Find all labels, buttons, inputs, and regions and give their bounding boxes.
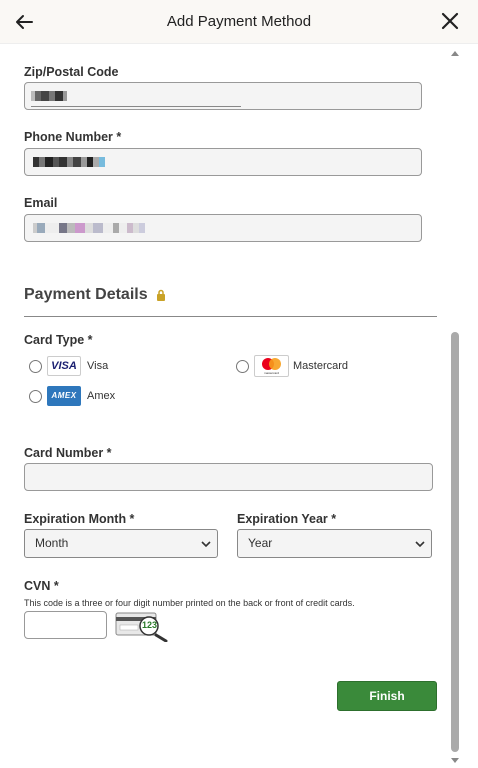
zip-label: Zip/Postal Code [24, 65, 119, 79]
lock-icon [157, 289, 166, 301]
form-content: Zip/Postal Code Phone Number * Email Pay… [0, 45, 446, 768]
mastercard-radio[interactable] [236, 360, 249, 373]
scroll-up-arrow-icon[interactable] [451, 51, 459, 56]
email-input[interactable] [24, 214, 422, 242]
section-divider [24, 316, 437, 317]
cvn-label: CVN * [24, 579, 59, 593]
dialog-title: Add Payment Method [166, 13, 312, 30]
finish-button[interactable]: Finish [337, 681, 437, 711]
visa-radio[interactable] [29, 360, 42, 373]
chevron-down-icon [415, 541, 425, 548]
redacted-underline [31, 106, 241, 107]
mastercard-logo: mastercard [254, 355, 289, 377]
exp-month-select[interactable]: Month [24, 529, 218, 558]
exp-year-value: Year [248, 536, 273, 550]
payment-details-title: Payment Details [24, 286, 148, 303]
exp-month-value: Month [35, 536, 69, 550]
exp-year-select[interactable]: Year [237, 529, 432, 558]
amex-radio[interactable] [29, 390, 42, 403]
cvn-hint: This code is a three or four digit numbe… [24, 598, 355, 608]
visa-logo-text: VISA [51, 360, 77, 372]
visa-label: Visa [87, 360, 109, 372]
exp-month-label: Expiration Month * [24, 512, 135, 526]
exp-year-label: Expiration Year * [237, 512, 337, 526]
email-label: Email [24, 196, 58, 210]
phone-label: Phone Number * [24, 130, 122, 144]
cvn-help-icon[interactable]: 123 [115, 610, 170, 643]
card-number-label: Card Number * [24, 446, 112, 460]
card-number-input[interactable] [24, 463, 433, 491]
amex-label: Amex [87, 390, 116, 402]
close-button[interactable] [437, 8, 463, 34]
visa-logo: VISA [47, 356, 81, 376]
redacted-value [33, 223, 145, 233]
mastercard-logo-text: mastercard [263, 371, 279, 375]
close-icon [441, 12, 459, 30]
zip-input[interactable] [24, 82, 422, 110]
mastercard-label: Mastercard [293, 360, 349, 372]
phone-input[interactable] [24, 148, 422, 176]
payment-details-heading: Payment Details [24, 286, 166, 304]
scroll-thumb[interactable] [451, 332, 459, 752]
cvn-input[interactable] [24, 611, 107, 639]
dialog-header: Add Payment Method [0, 0, 478, 44]
scroll-down-arrow-icon[interactable] [451, 758, 459, 763]
cvn-example-number: 123 [141, 620, 158, 630]
amex-logo: AMEX [47, 386, 81, 406]
redacted-value [31, 91, 67, 101]
amex-logo-text: AMEX [51, 391, 77, 400]
scrollbar[interactable] [446, 45, 464, 768]
redacted-value [33, 157, 105, 167]
card-type-label: Card Type * [24, 333, 93, 347]
chevron-down-icon [201, 541, 211, 548]
